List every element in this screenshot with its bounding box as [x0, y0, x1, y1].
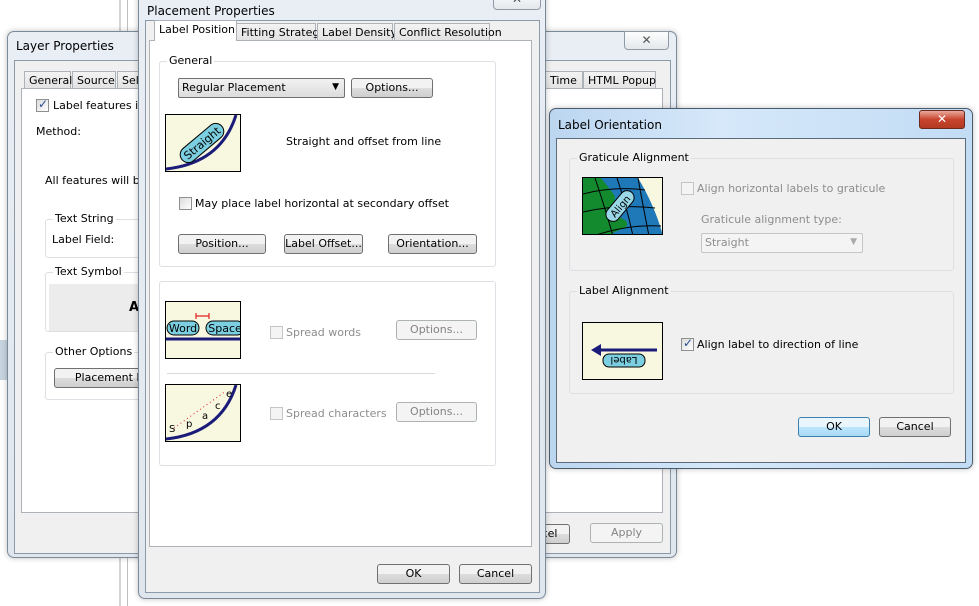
tab-fitting-strategy[interactable]: Fitting Strategy	[236, 23, 326, 41]
spacing-marker	[195, 313, 210, 319]
ok-button[interactable]: OK	[377, 564, 450, 584]
svg-text:c: c	[215, 401, 221, 412]
spread-group: Word Space Spread words Options... S p a…	[159, 281, 496, 466]
label-field-label: Label Field:	[52, 233, 115, 246]
preview-graphic: S p a c e	[166, 385, 238, 441]
label-alignment-preview: Label	[582, 322, 663, 380]
group-label: Graticule Alignment	[577, 151, 691, 164]
svg-text:a: a	[202, 411, 208, 422]
spread-characters-preview: S p a c e	[165, 384, 241, 442]
arrow-icon	[591, 344, 601, 356]
align-direction-label: Align label to direction of line	[697, 338, 859, 351]
placement-select[interactable]: Regular Placement ▼	[178, 78, 345, 98]
spread-characters-options-button[interactable]: Options...	[396, 402, 477, 422]
spread-characters-checkbox[interactable]	[270, 407, 283, 420]
word-label: Word	[169, 322, 197, 335]
svg-text:Label: Label	[611, 354, 638, 365]
align-direction-checkbox[interactable]	[681, 336, 694, 351]
options-button[interactable]: Options...	[351, 78, 433, 98]
placement-properties-window: Placement Properties ✕ Label Position Fi…	[138, 0, 546, 599]
group-label: General	[167, 54, 215, 67]
window-body: Label Position Fitting Strategy Label De…	[145, 20, 540, 593]
window-title: Layer Properties	[16, 39, 114, 53]
preview-graphic: Align	[583, 178, 662, 234]
close-icon: ✕	[936, 112, 948, 126]
tab-general[interactable]: General	[24, 71, 72, 89]
tab-time[interactable]: Time	[545, 71, 583, 89]
svg-text:p: p	[186, 419, 192, 430]
cancel-button[interactable]: Cancel	[879, 417, 951, 437]
tab-label-position[interactable]: Label Position	[154, 20, 237, 41]
placement-description: Straight and offset from line	[286, 135, 442, 148]
close-icon: ✕	[641, 33, 652, 47]
svg-text:S: S	[169, 424, 175, 435]
secondary-offset-checkbox[interactable]	[179, 197, 192, 210]
orientation-button[interactable]: Orientation...	[388, 234, 477, 254]
apply-button[interactable]: Apply	[590, 523, 663, 543]
align-graticule-checkbox[interactable]	[681, 182, 694, 195]
spread-words-label: Spread words	[286, 326, 362, 339]
spread-words-options-button[interactable]: Options...	[396, 320, 477, 340]
close-button[interactable]: ✕	[493, 0, 541, 10]
method-label: Method:	[36, 125, 81, 138]
label-features-checkbox[interactable]	[36, 97, 49, 112]
alignment-type-label: Graticule alignment type:	[701, 213, 842, 226]
dropdown-arrow-icon: ▼	[332, 82, 339, 92]
placement-select-value: Regular Placement	[182, 81, 286, 94]
close-button[interactable]: ✕	[919, 110, 965, 129]
tab-page: General Regular Placement ▼ Options... S…	[149, 40, 532, 547]
ok-button[interactable]: OK	[798, 417, 870, 437]
group-label: Text Symbol	[53, 265, 124, 278]
cancel-button[interactable]: Cancel	[459, 564, 532, 584]
window-title: Label Orientation	[558, 118, 662, 132]
spread-words-checkbox[interactable]	[270, 326, 283, 339]
group-label: Label Alignment	[577, 284, 671, 297]
label-shape: Label	[602, 353, 646, 368]
group-label: Text String	[53, 212, 116, 225]
align-graticule-label: Align horizontal labels to graticule	[697, 182, 886, 195]
svg-text:e: e	[226, 389, 232, 400]
close-button[interactable]: ✕	[624, 31, 669, 50]
spread-words-preview: Word Space	[165, 301, 241, 359]
general-group: General Regular Placement ▼ Options... S…	[159, 54, 496, 267]
close-icon: ✕	[512, 0, 522, 6]
tab-label-density[interactable]: Label Density	[317, 23, 397, 41]
tab-html-popup[interactable]: HTML Popup	[583, 71, 656, 89]
group-label: Other Options	[53, 345, 135, 358]
window-body: Graticule Alignment Align Align horizont…	[556, 138, 966, 463]
tab-conflict-resolution[interactable]: Conflict Resolution	[394, 23, 502, 41]
tab-source[interactable]: Source	[72, 71, 116, 89]
graticule-alignment-group: Graticule Alignment Align Align horizont…	[569, 151, 954, 271]
spread-characters-label: Spread characters	[286, 407, 387, 420]
position-button[interactable]: Position...	[178, 234, 266, 254]
alignment-type-value: Straight	[705, 236, 749, 249]
space-label: Space	[208, 322, 241, 335]
preview-graphic: Straight	[166, 115, 238, 171]
label-orientation-window: Label Orientation ✕ Graticule Alignment …	[549, 108, 973, 469]
separator	[167, 373, 435, 374]
dropdown-arrow-icon: ▼	[850, 237, 857, 247]
straight-placement-preview: Straight	[165, 114, 241, 172]
label-offset-button[interactable]: Label Offset...	[284, 234, 363, 254]
preview-graphic: Label	[591, 344, 657, 368]
secondary-offset-label: May place label horizontal at secondary …	[195, 197, 449, 210]
window-title: Placement Properties	[147, 4, 275, 18]
label-alignment-group: Label Alignment Label Align label to dir…	[569, 284, 954, 394]
graticule-preview: Align	[582, 177, 663, 235]
alignment-type-select[interactable]: Straight ▼	[701, 233, 863, 253]
preview-graphic: Word Space	[166, 313, 241, 341]
